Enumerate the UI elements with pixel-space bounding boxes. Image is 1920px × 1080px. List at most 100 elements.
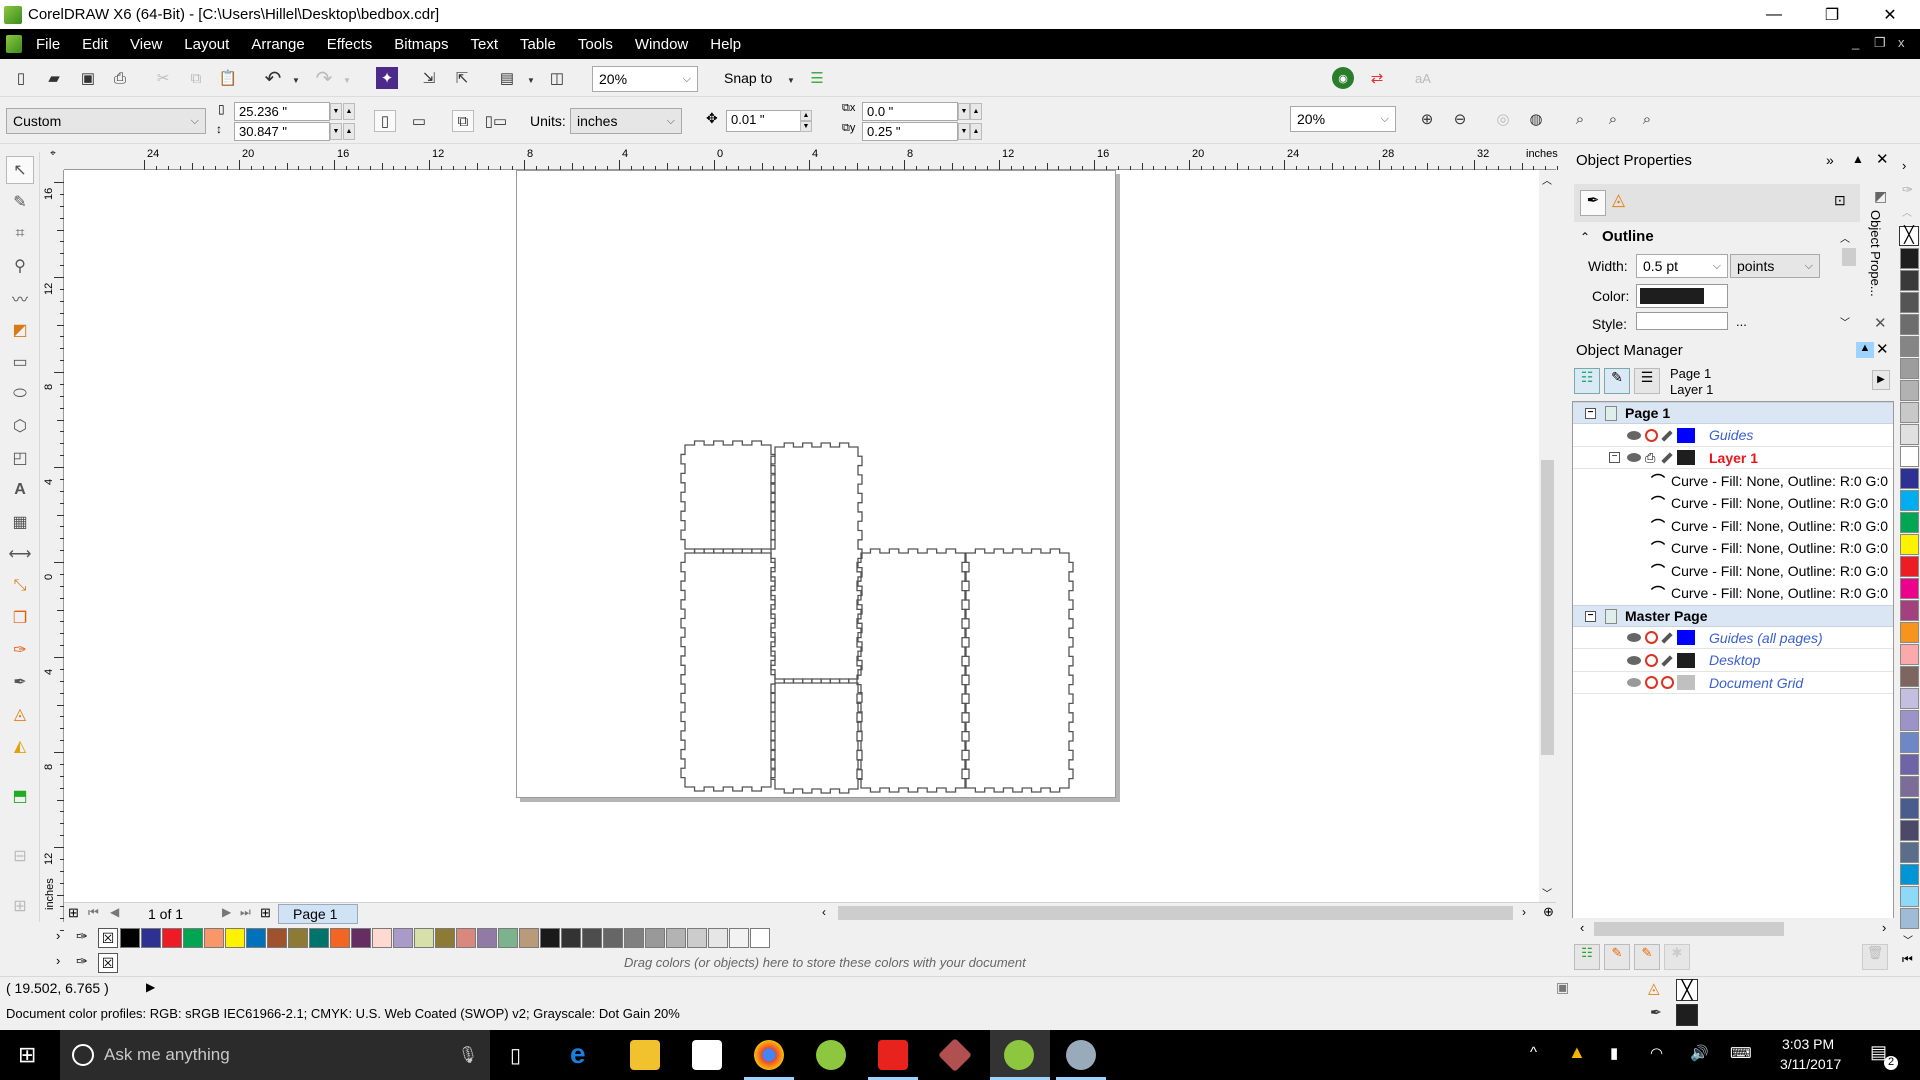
zoom-page-height-icon[interactable]: ⌕ xyxy=(1636,108,1658,130)
snap-to-button[interactable]: Snap to xyxy=(724,70,772,86)
zoom-combo[interactable]: 20% ⌵ xyxy=(1290,106,1396,132)
app-menu-icon[interactable] xyxy=(6,35,22,53)
layer-color-swatch[interactable] xyxy=(1677,675,1695,690)
zoom-navigator-icon[interactable]: ⊕ xyxy=(1543,904,1554,920)
page-height-input[interactable]: 30.847 " xyxy=(234,122,330,141)
cortana-search-box[interactable]: Ask me anything 🎙 xyxy=(60,1030,490,1080)
fill-tool-icon[interactable]: ◬ xyxy=(6,700,34,728)
editable-pen-icon[interactable] xyxy=(1661,429,1673,442)
prop-scroll-thumb[interactable] xyxy=(1842,248,1856,266)
docker-close-icon[interactable]: ✕ xyxy=(1876,150,1889,168)
menu-arrange[interactable]: Arrange xyxy=(251,36,304,53)
page-width-input[interactable]: 25.236 " xyxy=(234,102,330,121)
tree-object-node[interactable]: ⌒ Curve - Fill: None, Outline: R:0 G:0 xyxy=(1573,582,1893,604)
color-profiles-text[interactable]: Document color profiles: RGB: sRGB IEC61… xyxy=(6,1006,680,1021)
import-icon[interactable]: ⇲ xyxy=(418,67,440,89)
dupx-spin-up[interactable]: ▲ xyxy=(970,103,982,120)
paste-icon[interactable]: 📋 xyxy=(217,67,239,89)
color-swatch[interactable] xyxy=(1900,776,1919,797)
redo-icon[interactable]: ↷ xyxy=(313,67,335,90)
last-page-icon[interactable]: ⏭ xyxy=(240,905,251,920)
freehand-tool-icon[interactable]: 〰 xyxy=(6,284,34,312)
color-swatch[interactable] xyxy=(1900,358,1919,379)
redo-dropdown-icon[interactable]: ▼ xyxy=(336,69,358,91)
color-swatch[interactable] xyxy=(141,928,161,948)
color-swatch[interactable] xyxy=(1900,842,1919,863)
color-swatch[interactable] xyxy=(435,928,455,948)
no-color-swatch[interactable]: ☒ xyxy=(98,953,118,973)
scroll-down-icon[interactable]: ﹀ xyxy=(1542,885,1552,900)
fill-none-swatch[interactable]: ╳ xyxy=(1676,979,1698,1001)
color-swatch[interactable] xyxy=(393,928,413,948)
no-color-swatch[interactable]: ☒ xyxy=(98,928,118,948)
blend-tool-icon[interactable]: ❐ xyxy=(6,604,34,632)
layer-manager-view-icon[interactable]: ☰ xyxy=(1634,368,1660,394)
crop-tool-icon[interactable]: ⌗ xyxy=(6,220,34,248)
palette-eyedropper-icon[interactable]: ✑ xyxy=(1902,182,1913,198)
current-page-icon[interactable]: ▯▭ xyxy=(485,110,507,132)
drawing-page[interactable] xyxy=(516,170,1116,798)
portrait-icon[interactable]: ▯ xyxy=(374,110,396,132)
color-swatch[interactable] xyxy=(645,928,665,948)
zoom-all-objects-icon[interactable]: ◍ xyxy=(1525,108,1547,130)
color-swatch[interactable] xyxy=(162,928,182,948)
microphone-icon[interactable]: 🎙 xyxy=(458,1045,478,1065)
color-swatch[interactable] xyxy=(1900,908,1919,929)
printable-icon[interactable]: ⎙ xyxy=(1645,450,1655,466)
color-swatch[interactable] xyxy=(1900,556,1919,577)
horizontal-ruler[interactable]: 24 20 16 12 8 4 0 4 8 12 16 20 24 28 32 inches xyxy=(64,148,1559,170)
color-swatch[interactable] xyxy=(540,928,560,948)
polygon-tool-icon[interactable]: ⬡ xyxy=(6,412,34,440)
scroll-up-icon[interactable]: ︿ xyxy=(1542,172,1552,187)
box-panel-curve[interactable] xyxy=(961,548,1074,793)
non-printable-icon[interactable] xyxy=(1645,428,1658,442)
gem-app-icon[interactable] xyxy=(938,1038,972,1072)
outline-style-more-button[interactable]: ... xyxy=(1736,314,1747,329)
doc-restore-button[interactable]: ❐ xyxy=(1874,35,1886,51)
right-palette-no-color[interactable]: ╳ xyxy=(1899,226,1919,246)
ellipse-tool-icon[interactable]: ⬭ xyxy=(6,380,34,408)
visibility-eye-icon[interactable] xyxy=(1627,453,1641,462)
color-swatch[interactable] xyxy=(624,928,644,948)
height-spin-up[interactable]: ▲ xyxy=(343,123,355,140)
edge-browser-icon[interactable]: e xyxy=(570,1038,586,1070)
nudge-distance-input[interactable]: 0.01 " xyxy=(726,110,802,132)
color-swatch[interactable] xyxy=(414,928,434,948)
color-swatch[interactable] xyxy=(1900,710,1919,731)
color-swatch[interactable] xyxy=(351,928,371,948)
color-swatch[interactable] xyxy=(498,928,518,948)
color-swatch[interactable] xyxy=(330,928,350,948)
color-swatch[interactable] xyxy=(1900,864,1919,885)
color-swatch[interactable] xyxy=(561,928,581,948)
horizontal-scroll-thumb[interactable] xyxy=(838,906,1513,920)
menu-text[interactable]: Text xyxy=(470,36,498,53)
menu-view[interactable]: View xyxy=(130,36,162,53)
zoom-tool-icon[interactable]: ⚲ xyxy=(6,252,34,280)
color-swatch[interactable] xyxy=(1900,248,1919,269)
box-panel-curve[interactable] xyxy=(680,440,776,554)
menu-bitmaps[interactable]: Bitmaps xyxy=(394,36,448,53)
outline-style-picker[interactable] xyxy=(1636,312,1728,330)
zoom-out-icon[interactable]: ⊖ xyxy=(1449,108,1471,130)
open-icon[interactable]: ▰ xyxy=(43,67,65,89)
tree-object-node[interactable]: ⌒ Curve - Fill: None, Outline: R:0 G:0 xyxy=(1573,560,1893,582)
color-swatch[interactable] xyxy=(1900,424,1919,445)
collapse-toggle-icon[interactable]: − xyxy=(1609,452,1620,463)
palette-expand-icon[interactable]: › xyxy=(56,953,60,968)
snap-dropdown-icon[interactable]: ▼ xyxy=(780,69,802,91)
new-master-layer-icon[interactable]: ✎ xyxy=(1604,944,1630,970)
non-printable-icon[interactable] xyxy=(1645,631,1658,644)
prop-scroll-up-icon[interactable]: ︿ xyxy=(1840,230,1850,245)
menu-help[interactable]: Help xyxy=(710,36,741,53)
menu-file[interactable]: File xyxy=(36,36,60,53)
tree-page-node[interactable]: − Page 1 xyxy=(1573,402,1893,424)
object-manager-menu-icon[interactable]: ▶ xyxy=(1872,370,1890,390)
color-swatch[interactable] xyxy=(582,928,602,948)
box-panel-curve[interactable] xyxy=(856,548,970,793)
vertical-ruler[interactable]: 16 12 8 4 0 4 8 12 inches xyxy=(42,170,64,932)
color-swatch[interactable] xyxy=(1900,688,1919,709)
customize-icon[interactable]: ⊟ xyxy=(6,842,34,870)
dimension-tool-icon[interactable]: ⟷ xyxy=(6,540,34,568)
menu-table[interactable]: Table xyxy=(520,36,556,53)
volume-icon[interactable]: 🔊 xyxy=(1690,1044,1709,1062)
